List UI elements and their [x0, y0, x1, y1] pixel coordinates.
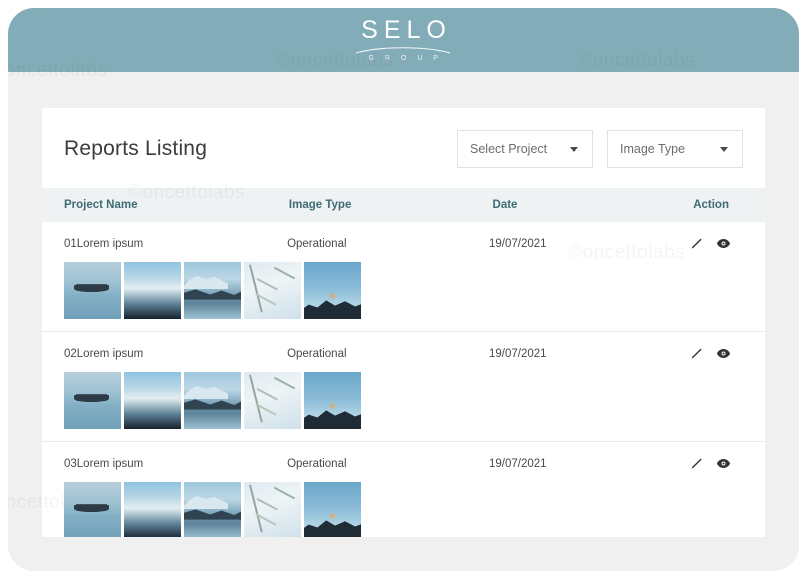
edit-icon[interactable]: [688, 456, 703, 471]
thumbnail-sea-horizon[interactable]: [124, 262, 181, 319]
thumbnail-strip: [64, 482, 743, 537]
cell-actions: [688, 346, 743, 361]
chevron-down-icon: [720, 147, 728, 152]
table-row-values: 03Lorem ipsum Operational 19/07/2021: [64, 456, 743, 471]
view-icon[interactable]: [716, 346, 731, 361]
cell-date: 19/07/2021: [489, 458, 688, 470]
thumbnail-tree-branches[interactable]: [244, 482, 301, 537]
cell-date: 19/07/2021: [489, 348, 688, 360]
thumbnail-cliff-at-dusk[interactable]: [304, 262, 361, 319]
card-toolbar: Reports Listing Select Project Image Typ…: [42, 108, 765, 188]
app-window: SELO G R O U P ©oncettolabs ©oncettolabs…: [8, 8, 799, 571]
logo-wordmark: SELO: [355, 18, 452, 43]
view-icon[interactable]: [716, 456, 731, 471]
table-row-values: 02Lorem ipsum Operational 19/07/2021: [64, 346, 743, 361]
page-title: Reports Listing: [64, 137, 207, 161]
brand-header: SELO G R O U P: [8, 8, 799, 72]
thumbnail-sea-horizon[interactable]: [124, 482, 181, 537]
cell-image-type: Operational: [287, 458, 489, 470]
table-row: 02Lorem ipsum Operational 19/07/2021: [42, 332, 765, 442]
thumbnail-tree-branches[interactable]: [244, 262, 301, 319]
cell-actions: [688, 456, 743, 471]
thumbnail-strip: [64, 262, 743, 319]
column-header-action: Action: [693, 199, 743, 211]
thumbnail-mountain-reflection[interactable]: [184, 262, 241, 319]
thumbnail-cliff-at-dusk[interactable]: [304, 372, 361, 429]
cell-project-name: 01Lorem ipsum: [64, 238, 287, 250]
thumbnail-sea-horizon[interactable]: [124, 372, 181, 429]
cell-actions: [688, 236, 743, 251]
table-header: Project Name Image Type Date Action: [42, 188, 765, 222]
column-header-date: Date: [493, 199, 694, 211]
reports-card: Reports Listing Select Project Image Typ…: [42, 108, 765, 537]
cell-date: 19/07/2021: [489, 238, 688, 250]
thumbnail-boat-on-water[interactable]: [64, 372, 121, 429]
filter-group: Select Project Image Type: [457, 130, 743, 168]
image-type-dropdown[interactable]: Image Type: [607, 130, 743, 168]
thumbnail-boat-on-water[interactable]: [64, 482, 121, 537]
table-row-values: 01Lorem ipsum Operational 19/07/2021: [64, 236, 743, 251]
edit-icon[interactable]: [688, 236, 703, 251]
logo-arc-icon: [355, 45, 451, 54]
thumbnail-cliff-at-dusk[interactable]: [304, 482, 361, 537]
thumbnail-tree-branches[interactable]: [244, 372, 301, 429]
thumbnail-strip: [64, 372, 743, 429]
column-header-image-type: Image Type: [289, 199, 493, 211]
selo-group-logo: SELO G R O U P: [355, 18, 452, 62]
thumbnail-mountain-reflection[interactable]: [184, 372, 241, 429]
select-project-label: Select Project: [470, 142, 547, 156]
logo-subtitle: G R O U P: [355, 55, 452, 62]
select-project-dropdown[interactable]: Select Project: [457, 130, 593, 168]
cell-project-name: 03Lorem ipsum: [64, 458, 287, 470]
view-icon[interactable]: [716, 236, 731, 251]
cell-image-type: Operational: [287, 348, 489, 360]
image-type-label: Image Type: [620, 142, 685, 156]
column-header-project-name: Project Name: [64, 199, 289, 211]
edit-icon[interactable]: [688, 346, 703, 361]
thumbnail-boat-on-water[interactable]: [64, 262, 121, 319]
chevron-down-icon: [570, 147, 578, 152]
table-row: 03Lorem ipsum Operational 19/07/2021: [42, 442, 765, 537]
cell-image-type: Operational: [287, 238, 489, 250]
cell-project-name: 02Lorem ipsum: [64, 348, 287, 360]
thumbnail-mountain-reflection[interactable]: [184, 482, 241, 537]
page-body: ©oncettolabs ©oncettolabs ©oncettolabs ©…: [8, 72, 799, 571]
table-row: 01Lorem ipsum Operational 19/07/2021: [42, 222, 765, 332]
